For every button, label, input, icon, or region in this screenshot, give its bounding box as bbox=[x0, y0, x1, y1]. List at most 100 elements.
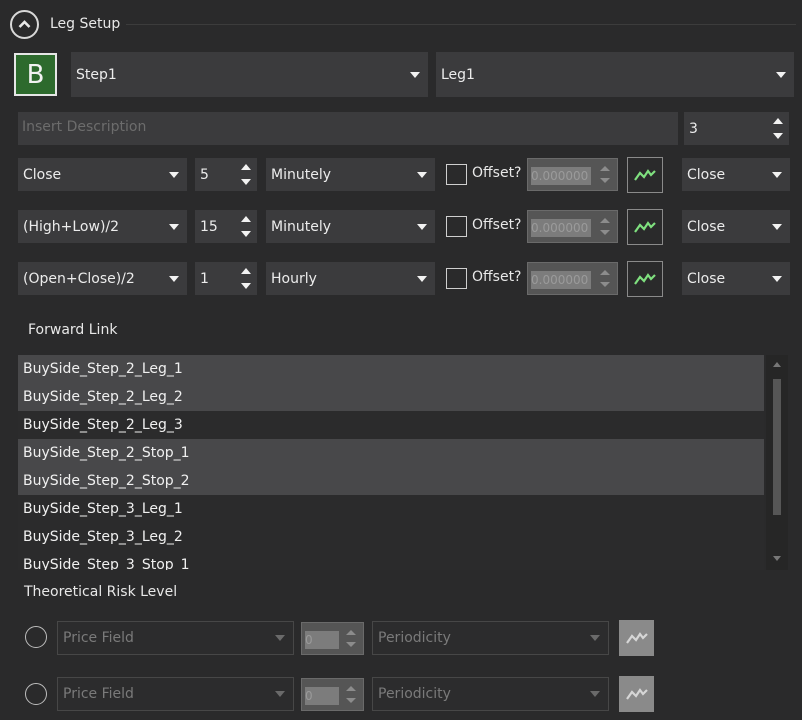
periodicity-select[interactable]: Minutely bbox=[266, 158, 435, 191]
risk-periodicity-select[interactable]: Periodicity bbox=[372, 677, 609, 711]
list-item[interactable]: BuySide_Step_2_Stop_2 bbox=[18, 467, 764, 495]
risk-chart-button[interactable] bbox=[619, 676, 654, 712]
risk-price-field-select[interactable]: Price Field bbox=[57, 677, 294, 711]
arrow-up-icon[interactable] bbox=[600, 270, 610, 275]
period-count-stepper[interactable]: 15 bbox=[195, 210, 257, 243]
arrow-down-icon[interactable] bbox=[241, 283, 251, 289]
price-field-value: (Open+Close)/2 bbox=[23, 270, 135, 287]
offset-stepper[interactable]: 0.000000 bbox=[527, 262, 618, 295]
forward-link-list[interactable]: BuySide_Step_2_Leg_1 BuySide_Step_2_Leg_… bbox=[18, 355, 764, 570]
chevron-down-icon bbox=[776, 71, 786, 78]
leg-select[interactable]: Leg1 bbox=[436, 52, 794, 97]
side-badge: B bbox=[14, 53, 57, 96]
line-chart-icon bbox=[625, 632, 648, 644]
list-item[interactable]: BuySide_Step_3_Leg_2 bbox=[18, 523, 764, 551]
chevron-down-icon bbox=[417, 275, 427, 282]
risk-level-label: Theoretical Risk Level bbox=[24, 584, 178, 600]
list-item[interactable]: BuySide_Step_2_Leg_3 bbox=[18, 411, 764, 439]
list-item[interactable]: BuySide_Step_2_Stop_1 bbox=[18, 439, 764, 467]
list-item[interactable]: BuySide_Step_2_Leg_1 bbox=[18, 355, 764, 383]
periodicity-value: Hourly bbox=[271, 270, 317, 287]
chart-button[interactable] bbox=[627, 209, 663, 245]
risk-periodicity-select[interactable]: Periodicity bbox=[372, 621, 609, 655]
list-item[interactable]: BuySide_Step_3_Stop_1 bbox=[18, 551, 764, 570]
risk-price-field-select[interactable]: Price Field bbox=[57, 621, 294, 655]
offset-checkbox[interactable] bbox=[446, 268, 467, 289]
arrow-down-icon[interactable] bbox=[241, 231, 251, 237]
period-count-value: 5 bbox=[200, 166, 209, 183]
arrow-up-icon[interactable] bbox=[241, 164, 251, 170]
count-stepper[interactable]: 3 bbox=[684, 112, 789, 145]
description-input[interactable]: Insert Description bbox=[18, 112, 678, 145]
offset-stepper[interactable]: 0.000000 bbox=[527, 210, 618, 243]
period-count-stepper[interactable]: 1 bbox=[195, 262, 257, 295]
offset-checkbox[interactable] bbox=[446, 164, 467, 185]
price-field-select[interactable]: (Open+Close)/2 bbox=[18, 262, 187, 295]
arrow-down-icon[interactable] bbox=[773, 133, 783, 139]
step-select[interactable]: Step1 bbox=[71, 52, 428, 97]
chevron-down-icon bbox=[275, 691, 285, 697]
list-item[interactable]: BuySide_Step_3_Leg_1 bbox=[18, 495, 764, 523]
risk-radio[interactable] bbox=[25, 626, 47, 648]
chevron-down-icon bbox=[772, 275, 782, 282]
chevron-down-icon bbox=[772, 171, 782, 178]
scroll-thumb[interactable] bbox=[773, 379, 781, 515]
chevron-down-icon bbox=[410, 71, 420, 78]
chevron-down-icon bbox=[417, 223, 427, 230]
offset-stepper[interactable]: 0.000000 bbox=[527, 158, 618, 191]
price-field-select[interactable]: Close bbox=[18, 158, 187, 191]
arrow-up-icon[interactable] bbox=[346, 686, 356, 691]
chart-button[interactable] bbox=[627, 261, 663, 297]
risk-count-stepper[interactable]: 0 bbox=[301, 622, 364, 655]
arrow-down-icon[interactable] bbox=[346, 642, 356, 647]
risk-count-value: 0 bbox=[305, 687, 339, 705]
list-item[interactable]: BuySide_Step_2_Leg_2 bbox=[18, 383, 764, 411]
output-select[interactable]: Close bbox=[682, 210, 790, 243]
chevron-down-icon bbox=[590, 691, 600, 697]
arrow-up-icon[interactable] bbox=[600, 218, 610, 223]
arrow-up-icon[interactable] bbox=[346, 630, 356, 635]
section-title: Leg Setup bbox=[50, 16, 121, 32]
arrow-up-icon[interactable] bbox=[773, 118, 783, 124]
risk-radio[interactable] bbox=[25, 683, 47, 705]
price-field-select[interactable]: (High+Low)/2 bbox=[18, 210, 187, 243]
list-scrollbar[interactable] bbox=[766, 355, 788, 570]
chevron-down-icon bbox=[275, 635, 285, 641]
periodicity-select[interactable]: Hourly bbox=[266, 262, 435, 295]
forward-link-label: Forward Link bbox=[28, 322, 118, 338]
risk-chart-button[interactable] bbox=[619, 620, 654, 656]
risk-periodicity-placeholder: Periodicity bbox=[378, 686, 451, 702]
offset-checkbox[interactable] bbox=[446, 216, 467, 237]
periodicity-select[interactable]: Minutely bbox=[266, 210, 435, 243]
risk-price-field-placeholder: Price Field bbox=[63, 630, 134, 646]
arrow-down-icon[interactable] bbox=[600, 230, 610, 235]
arrow-down-icon[interactable] bbox=[600, 178, 610, 183]
arrow-up-icon[interactable] bbox=[241, 216, 251, 222]
periodicity-value: Minutely bbox=[271, 218, 331, 235]
risk-count-stepper[interactable]: 0 bbox=[301, 678, 364, 711]
arrow-up-icon[interactable] bbox=[600, 166, 610, 171]
risk-price-field-placeholder: Price Field bbox=[63, 686, 134, 702]
chevron-down-icon bbox=[417, 171, 427, 178]
description-placeholder: Insert Description bbox=[22, 119, 147, 135]
chevron-down-icon bbox=[772, 223, 782, 230]
scroll-down-icon[interactable] bbox=[773, 556, 781, 561]
arrow-down-icon[interactable] bbox=[346, 698, 356, 703]
arrow-down-icon[interactable] bbox=[600, 282, 610, 287]
chevron-down-icon bbox=[590, 635, 600, 641]
scroll-up-icon[interactable] bbox=[773, 362, 781, 367]
line-chart-icon bbox=[634, 169, 656, 181]
arrow-up-icon[interactable] bbox=[241, 268, 251, 274]
output-select[interactable]: Close bbox=[682, 158, 790, 191]
period-count-stepper[interactable]: 5 bbox=[195, 158, 257, 191]
output-select[interactable]: Close bbox=[682, 262, 790, 295]
collapse-button[interactable] bbox=[10, 10, 39, 39]
offset-label: Offset? bbox=[472, 217, 522, 233]
header-divider bbox=[126, 24, 796, 25]
step-select-value: Step1 bbox=[76, 66, 117, 83]
chevron-down-icon bbox=[169, 171, 179, 178]
offset-label: Offset? bbox=[472, 165, 522, 181]
line-chart-icon bbox=[634, 221, 656, 233]
chart-button[interactable] bbox=[627, 157, 663, 193]
arrow-down-icon[interactable] bbox=[241, 179, 251, 185]
